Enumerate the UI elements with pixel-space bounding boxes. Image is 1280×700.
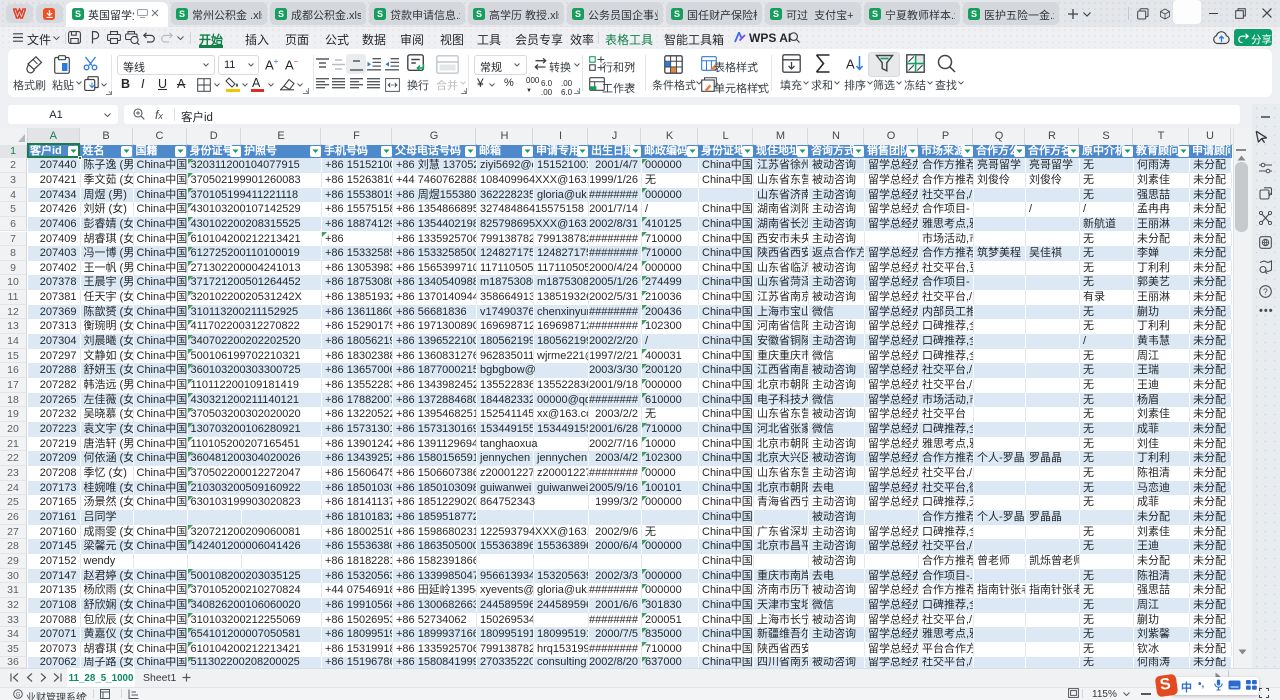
svg-text:A: A — [846, 57, 855, 72]
svg-text:G: G — [16, 692, 21, 698]
svg-text:?: ? — [1263, 286, 1268, 296]
